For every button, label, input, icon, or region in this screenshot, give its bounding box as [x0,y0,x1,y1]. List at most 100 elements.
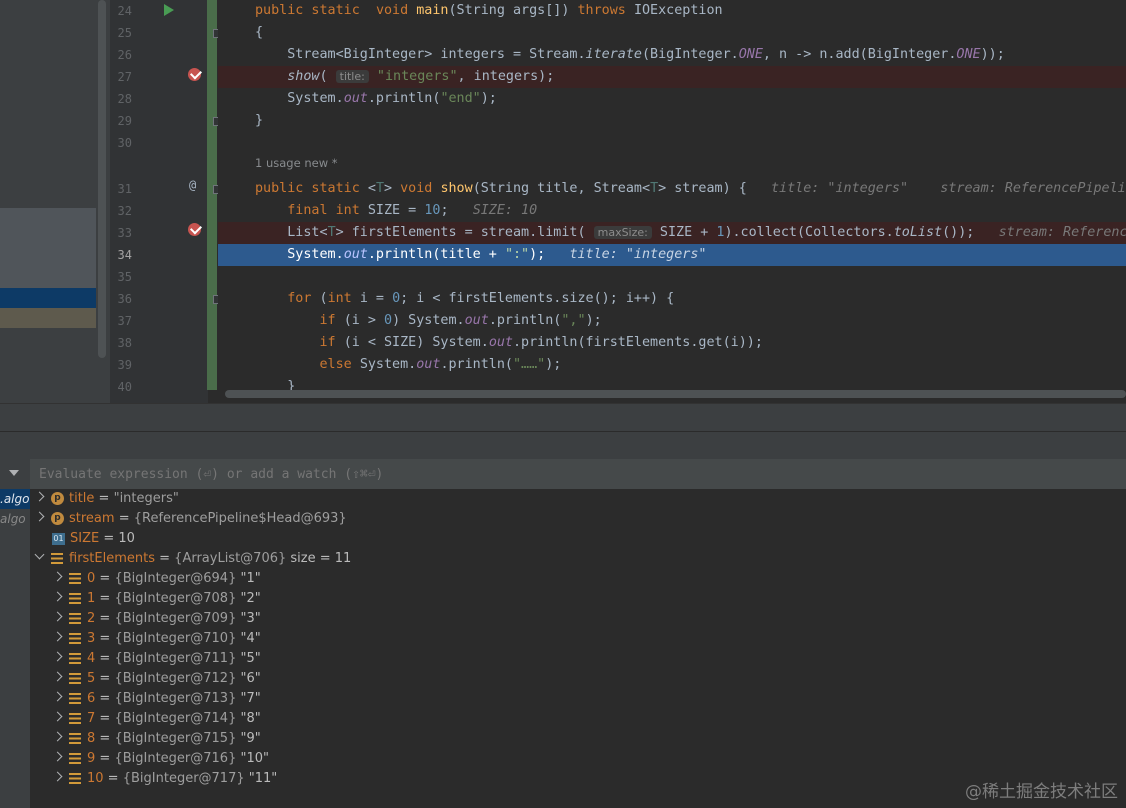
line-number[interactable]: 24 [110,0,132,22]
project-scrollbar[interactable] [98,0,106,358]
element-ref: {BigInteger@710} [114,631,237,646]
list-element-row[interactable]: 7 = {BigInteger@714} "8" [52,709,261,729]
code-token: Stream<BigInteger> integers = Stream. [255,47,586,62]
line-number[interactable]: 25 [110,22,132,44]
frame-item-selected[interactable]: .algo [0,489,30,509]
line-number[interactable]: 31 [110,178,132,200]
line-number[interactable]: 40 [110,376,132,398]
execution-line[interactable]: System.out.println(title + ":"); title: … [218,244,1126,266]
code-line[interactable]: if (i < SIZE) System.out.println(firstEl… [218,332,1126,354]
chevron-right-icon[interactable] [52,631,63,642]
code-line[interactable]: public static <T> void show(String title… [218,178,1126,200]
frame-item[interactable]: algo [0,509,30,529]
code-line[interactable]: Stream<BigInteger> integers = Stream.ite… [218,44,1126,66]
code-line[interactable]: for (int i = 0; i < firstElements.size()… [218,288,1126,310]
line-number[interactable]: 29 [110,110,132,132]
list-icon [69,673,81,684]
code-line[interactable] [218,266,1126,288]
code-token: []) [545,3,578,18]
chevron-right-icon[interactable] [52,571,63,582]
list-element-row[interactable]: 10 = {BigInteger@717} "11" [52,769,277,789]
line-number[interactable]: 30 [110,132,132,154]
code-line[interactable]: System.out.println("end"); [218,88,1126,110]
inline-debug-value: stream: ReferencePipeline$Head@693 [998,225,1126,240]
editor-horizontal-scrollbar[interactable] [225,390,1126,398]
project-tree-selected-row[interactable] [0,288,96,308]
code-token: T [375,181,384,196]
code-token: final int [287,203,368,218]
line-number[interactable]: 38 [110,332,132,354]
list-element-row[interactable]: 5 = {BigInteger@712} "6" [52,669,261,689]
code-token: T [650,181,659,196]
chevron-right-icon[interactable] [52,611,63,622]
code-line[interactable]: show( title: "integers", integers); [218,66,1126,88]
line-number[interactable]: 36 [110,288,132,310]
chevron-right-icon[interactable] [34,511,45,522]
variable-row[interactable]: 01 SIZE = 10 [36,529,135,549]
code-token: , n -> n.add(BigInteger. [762,47,957,62]
variable-row[interactable]: firstElements = {ArrayList@706} size = 1… [34,549,351,569]
code-token: .println( [440,357,513,372]
code-line[interactable]: if (i > 0) System.out.println(","); [218,310,1126,332]
chevron-right-icon[interactable] [34,491,45,502]
code-line[interactable] [218,132,1126,154]
code-line[interactable]: { [218,22,1126,44]
evaluate-expression-input[interactable] [37,459,641,491]
code-token: else [319,357,360,372]
list-element-row[interactable]: 2 = {BigInteger@709} "3" [52,609,261,629]
code-token: args [513,3,546,18]
code-token: SIZE = [367,203,425,218]
element-ref: {BigInteger@717} [122,771,245,786]
run-arrow-icon[interactable] [164,4,174,16]
list-element-row[interactable]: 3 = {BigInteger@710} "4" [52,629,261,649]
code-line[interactable]: final int SIZE = 10; SIZE: 10 [218,200,1126,222]
variable-row[interactable]: p stream = {ReferencePipeline$Head@693} [34,509,347,529]
equals: = [99,531,119,546]
code-line[interactable]: } [218,110,1126,132]
line-number[interactable]: 33 [110,222,132,244]
line-number[interactable]: 28 [110,88,132,110]
chevron-right-icon[interactable] [52,691,63,702]
list-element-row[interactable]: 4 = {BigInteger@711} "5" [52,649,261,669]
chevron-right-icon[interactable] [52,751,63,762]
chevron-right-icon[interactable] [52,651,63,662]
chevron-right-icon[interactable] [52,711,63,722]
list-element-row[interactable]: 0 = {BigInteger@694} "1" [52,569,261,589]
line-number[interactable]: 39 [110,354,132,376]
line-number[interactable]: 27 [110,66,132,88]
code-token: ( [319,69,336,84]
list-element-row[interactable]: 8 = {BigInteger@715} "9" [52,729,261,749]
code-line[interactable]: else System.out.println("……"); [218,354,1126,376]
chevron-right-icon[interactable] [52,671,63,682]
chevron-down-icon[interactable] [34,549,45,560]
chevron-down-icon[interactable] [9,470,19,476]
line-number[interactable]: 32 [110,200,132,222]
code-token: System. [255,247,344,262]
list-element-row[interactable]: 9 = {BigInteger@716} "10" [52,749,269,769]
line-number[interactable]: 35 [110,266,132,288]
line-number[interactable]: 37 [110,310,132,332]
equals: = [95,591,115,606]
chevron-right-icon[interactable] [52,731,63,742]
at-icon[interactable]: @ [189,178,196,192]
chevron-right-icon[interactable] [52,771,63,782]
chevron-right-icon[interactable] [52,591,63,602]
code-token: 0 [392,291,401,306]
list-element-row[interactable]: 1 = {BigInteger@708} "2" [52,589,261,609]
list-element-row[interactable]: 6 = {BigInteger@713} "7" [52,689,261,709]
variable-name: title [69,491,95,506]
code-line[interactable]: public static void main(String args[]) t… [218,0,1126,22]
project-panel [0,0,110,403]
line-number[interactable]: 34 [110,244,132,266]
project-tree-row[interactable] [0,308,96,328]
code-line[interactable]: List<T> firstElements = stream.limit( ma… [218,222,1126,244]
inline-debug-value: title: "integers" stream: ReferencePipel… [771,181,1126,196]
usage-hint[interactable]: 1 usage new * [255,156,338,170]
line-number[interactable]: 26 [110,44,132,66]
variable-row[interactable]: p title = "integers" [34,489,179,509]
variable-name: firstElements [69,551,155,566]
element-value: "2" [240,591,261,606]
